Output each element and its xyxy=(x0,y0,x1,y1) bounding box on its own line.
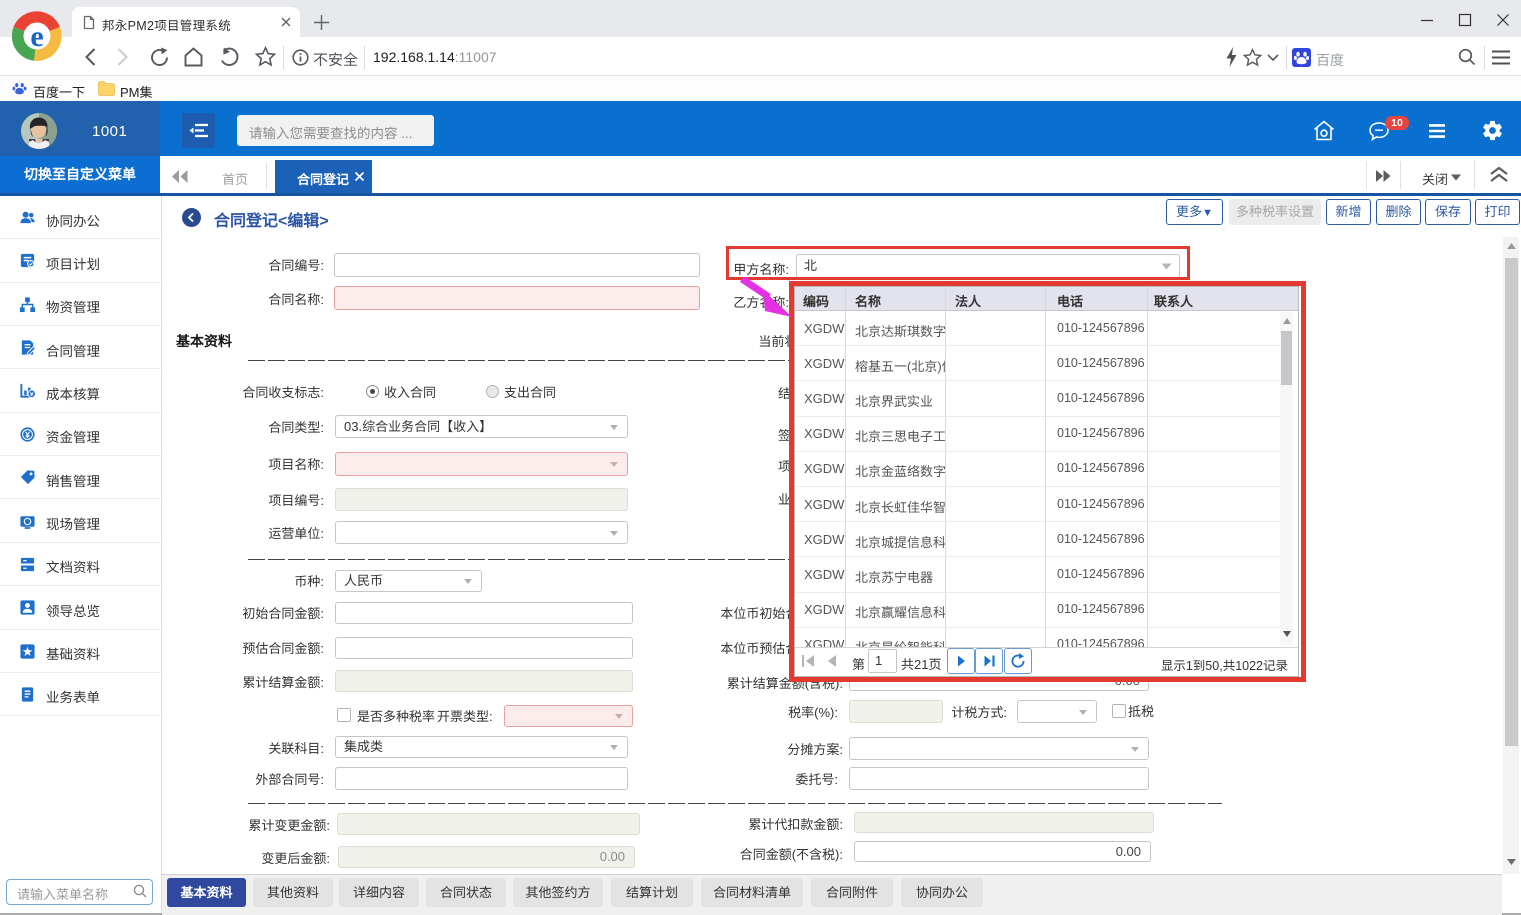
svg-text:e: e xyxy=(30,20,43,53)
